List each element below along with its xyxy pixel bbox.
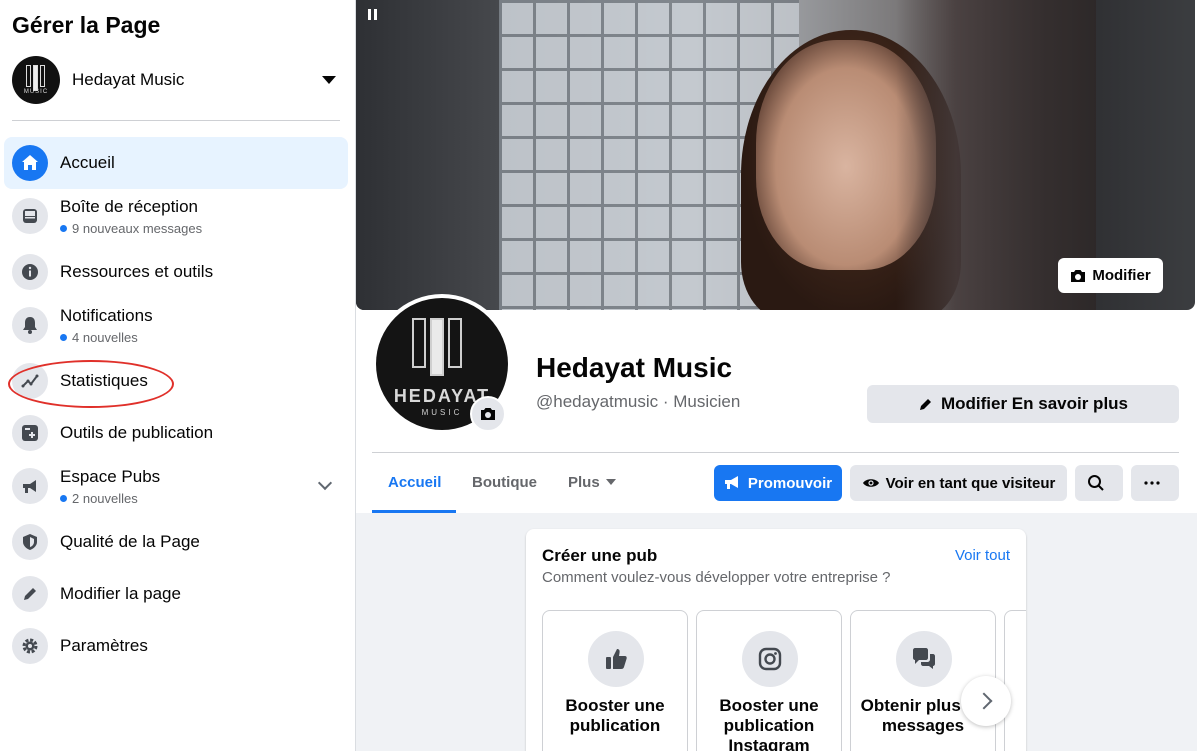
sidebar-item-sublabel: 2 nouvelles [72,490,138,506]
tab-boutique[interactable]: Boutique [472,466,537,498]
view-as-visitor-label: Voir en tant que visiteur [885,474,1056,492]
facebook-page-manager: Gérer la Page MUSIC Hedayat Music Accuei… [0,0,1197,751]
page-main: Modifier HEDAYAT MUSIC Hedayat Music @he… [356,0,1197,751]
gear-icon [12,628,48,664]
sidebar-item-edit-page[interactable]: Modifier la page [4,568,348,620]
sidebar-item-accueil[interactable]: Accueil [4,137,348,189]
sidebar-item-notifications[interactable]: Notifications 4 nouvelles [4,299,348,351]
sidebar-item-sublabel: 4 nouvelles [72,329,138,345]
create-ad-subtitle: Comment voulez-vous développer votre ent… [542,569,891,586]
camera-icon [1071,269,1086,282]
chevron-right-icon [975,692,993,710]
sidebar-item-page-quality[interactable]: Qualité de la Page [4,516,348,568]
sidebar-item-sublabel: 9 nouveaux messages [72,220,203,236]
sidebar-item-label: Paramètres [60,636,148,655]
tab-plus[interactable]: Plus [568,466,616,498]
shield-icon [12,524,48,560]
more-option-partial[interactable] [1004,610,1026,751]
home-icon [12,145,48,181]
publishing-tools-icon [12,415,48,451]
create-ad-title: Créer une pub [542,546,658,565]
page-switcher-name: Hedayat Music [72,70,185,89]
page-avatar-logo-text: MUSIC [23,89,49,95]
cover-video[interactable]: Modifier [356,0,1195,310]
sidebar-item-label: Qualité de la Page [60,532,200,551]
sidebar-item-settings[interactable]: Paramètres [4,620,348,672]
edit-cover-label: Modifier [1092,267,1151,284]
boost-instagram-option[interactable]: Booster une publication Instagram [696,610,842,751]
sidebar-item-label: Notifications [60,305,153,325]
megaphone-icon [724,476,738,489]
caret-down-icon[interactable] [322,76,336,84]
thumbs-up-icon [588,631,644,687]
pencil-icon [12,576,48,612]
messenger-icon [896,631,952,687]
carousel-next-button[interactable] [961,676,1011,726]
edit-about-label: Modifier En savoir plus [940,394,1129,413]
inbox-icon [12,198,48,234]
boost-post-option[interactable]: Booster une publication [542,610,688,751]
search-button[interactable] [1075,465,1123,501]
manage-page-sidebar: Gérer la Page MUSIC Hedayat Music Accuei… [0,0,356,751]
sidebar-item-label: Modifier la page [60,584,181,603]
edit-about-button[interactable]: Modifier En savoir plus [867,385,1179,423]
sidebar-item-label: Outils de publication [60,423,214,442]
instagram-icon [742,631,798,687]
more-options-button[interactable] [1131,465,1179,501]
option-label: Booster une publication [565,696,665,735]
tab-label: Accueil [388,473,442,491]
search-icon [1088,475,1104,491]
unread-dot [60,224,67,232]
sidebar-item-publishing-tools[interactable]: Outils de publication [4,407,348,459]
edit-cover-button[interactable]: Modifier [1058,258,1163,293]
page-header: Modifier HEDAYAT MUSIC Hedayat Music @he… [356,0,1197,513]
camera-icon[interactable] [470,396,506,432]
tab-label: Plus [568,473,600,491]
sidebar-title: Gérer la Page [12,12,161,38]
sidebar-item-resources[interactable]: Ressources et outils [4,246,348,298]
unread-dot [60,333,67,341]
megaphone-icon [12,468,48,504]
active-tab-indicator [372,510,456,513]
chevron-down-icon[interactable] [317,475,333,491]
view-as-visitor-button[interactable]: Voir en tant que visiteur [850,465,1067,501]
tab-label: Boutique [472,473,537,491]
eye-icon [862,479,879,487]
tabs-divider [372,452,1179,453]
promote-button[interactable]: Promouvoir [714,465,842,501]
sidebar-divider [12,120,340,121]
bell-icon [12,307,48,343]
unread-dot [60,494,67,502]
page-switcher[interactable]: MUSIC Hedayat Music [12,56,340,104]
page-handle: @hedayatmusic · Musicien [536,392,741,411]
page-title: Hedayat Music [536,352,733,383]
sidebar-item-inbox[interactable]: Boîte de réception 9 nouveaux messages [4,190,348,242]
sidebar-item-statistics[interactable]: Statistiques [4,355,348,407]
sidebar-item-label: Espace Pubs [60,466,161,486]
page-avatar: MUSIC [12,56,60,104]
sidebar-item-ads-center[interactable]: Espace Pubs 2 nouvelles [4,460,348,512]
promote-label: Promouvoir [747,474,833,492]
sidebar-item-label: Boîte de réception [60,196,198,216]
sidebar-item-label: Statistiques [60,371,148,390]
caret-down-icon [605,479,616,485]
tab-accueil[interactable]: Accueil [388,466,441,498]
chart-line-icon [12,363,48,399]
option-label: Booster une publication Instagram [719,696,819,751]
ellipsis-icon [1144,481,1160,485]
sidebar-item-label: Accueil [60,153,115,172]
see-all-link[interactable]: Voir tout [955,547,1010,564]
sidebar-item-label: Ressources et outils [60,262,214,281]
info-icon [12,254,48,290]
pause-icon[interactable] [368,9,377,20]
pencil-icon [919,399,931,410]
create-ad-card: Créer une pub Comment voulez-vous dévelo… [526,529,1026,751]
